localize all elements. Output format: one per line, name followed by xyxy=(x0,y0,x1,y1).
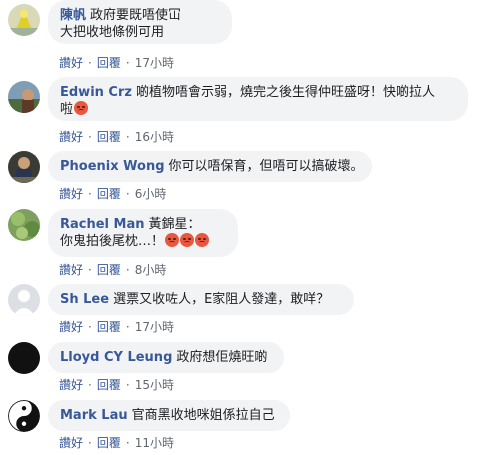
comment-time[interactable]: 6小時 xyxy=(135,187,167,201)
commenter-name[interactable]: 陳帆 xyxy=(60,8,86,23)
reply-link[interactable]: 回覆 xyxy=(97,187,121,201)
comment-actions: 讚好 · 回覆 · 17小時 xyxy=(59,320,174,334)
avatar[interactable] xyxy=(8,284,40,316)
avatar[interactable] xyxy=(8,400,40,432)
comment-text: 啦 xyxy=(60,102,74,117)
like-link[interactable]: 讚好 xyxy=(59,130,83,144)
comment-actions: 讚好 · 回覆 · 17小時 xyxy=(59,56,174,70)
reply-link[interactable]: 回覆 xyxy=(97,263,121,277)
comment-text: 官商黑收地咪姐係拉自己 xyxy=(131,408,275,423)
comment-actions: 讚好 · 回覆 · 16小時 xyxy=(59,130,174,144)
comment-time[interactable]: 17小時 xyxy=(135,56,174,70)
commenter-name[interactable]: Mark Lau xyxy=(60,408,128,423)
comment-time[interactable]: 16小時 xyxy=(135,130,174,144)
commenter-name[interactable]: Lloyd CY Leung xyxy=(60,350,172,365)
angry-emoji-icon xyxy=(74,101,89,115)
reply-link[interactable]: 回覆 xyxy=(97,130,121,144)
like-link[interactable]: 讚好 xyxy=(59,187,83,201)
comment-text: 選票又收咗人，E家阻人發達，敢咩？ xyxy=(113,292,330,307)
comment-bubble: Sh Lee 選票又收咗人，E家阻人發達，敢咩？ xyxy=(48,284,354,315)
comment-time[interactable]: 15小時 xyxy=(135,378,174,392)
commenter-name[interactable]: Phoenix Wong xyxy=(60,159,165,174)
comment-text: 政府想佢燒旺啲 xyxy=(176,350,268,365)
comment-text: 大把收地條例可用 xyxy=(60,25,165,40)
comment-actions: 讚好 · 回覆 · 6小時 xyxy=(59,187,167,201)
comment-bubble: Lloyd CY Leung 政府想佢燒旺啲 xyxy=(48,342,284,373)
reply-link[interactable]: 回覆 xyxy=(97,378,121,392)
comment-bubble: Mark Lau 官商黑收地咪姐係拉自己 xyxy=(48,400,290,431)
commenter-name[interactable]: Sh Lee xyxy=(60,292,109,307)
angry-emoji-icon xyxy=(180,233,195,247)
comment-text: 政府要既唔使冚 xyxy=(90,8,182,23)
like-link[interactable]: 讚好 xyxy=(59,320,83,334)
comment-text: 你鬼拍後尾枕…！ xyxy=(60,234,165,249)
angry-emoji-icon xyxy=(195,233,210,247)
comment-actions: 讚好 · 回覆 · 11小時 xyxy=(59,436,174,450)
comment-bubble: 陳帆 政府要既唔使冚 大把收地條例可用 xyxy=(48,0,232,44)
avatar[interactable] xyxy=(8,209,40,241)
comment-time[interactable]: 17小時 xyxy=(135,320,174,334)
avatar[interactable] xyxy=(8,81,40,113)
commenter-name[interactable]: Rachel Man xyxy=(60,217,145,232)
comment-bubble: Edwin Crz 啲植物唔會示弱，燒完之後生得仲旺盛呀！快啲拉人 啦 xyxy=(48,77,468,121)
reply-link[interactable]: 回覆 xyxy=(97,56,121,70)
comment-text: 啲植物唔會示弱，燒完之後生得仲旺盛呀！快啲拉人 xyxy=(135,85,435,100)
like-link[interactable]: 讚好 xyxy=(59,56,83,70)
comment-bubble: Phoenix Wong 你可以唔保育，但唔可以搞破壞。 xyxy=(48,151,372,182)
comment-bubble: Rachel Man 黃錦星： 你鬼拍後尾枕…！ xyxy=(48,209,238,257)
comment-text: 黃錦星： xyxy=(148,217,201,232)
avatar[interactable] xyxy=(8,151,40,183)
comment-text: 你可以唔保育，但唔可以搞破壞。 xyxy=(168,159,364,174)
comment-actions: 讚好 · 回覆 · 8小時 xyxy=(59,263,167,277)
like-link[interactable]: 讚好 xyxy=(59,436,83,450)
commenter-name[interactable]: Edwin Crz xyxy=(60,85,132,100)
avatar[interactable] xyxy=(8,342,40,374)
comment-time[interactable]: 11小時 xyxy=(135,436,174,450)
like-link[interactable]: 讚好 xyxy=(59,263,83,277)
reply-link[interactable]: 回覆 xyxy=(97,320,121,334)
reply-link[interactable]: 回覆 xyxy=(97,436,121,450)
angry-emoji-icon xyxy=(165,233,180,247)
like-link[interactable]: 讚好 xyxy=(59,378,83,392)
avatar[interactable] xyxy=(8,4,40,36)
comment-time[interactable]: 8小時 xyxy=(135,263,167,277)
comment-actions: 讚好 · 回覆 · 15小時 xyxy=(59,378,174,392)
